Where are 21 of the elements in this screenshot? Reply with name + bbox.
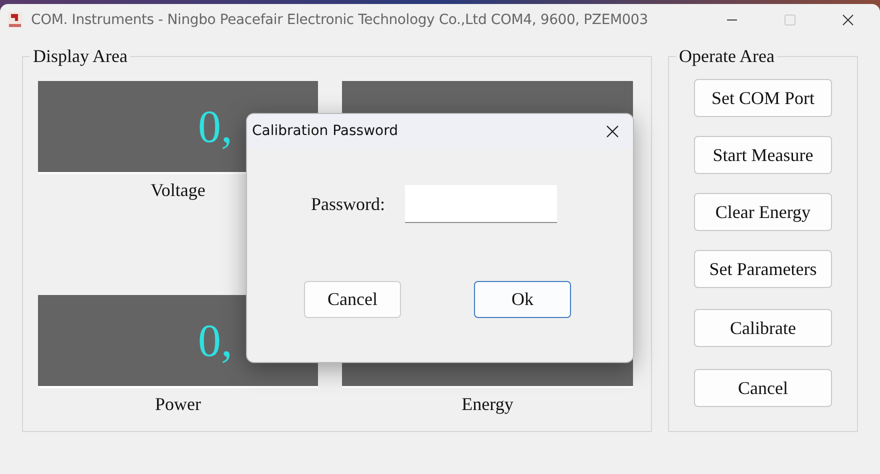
action-button[interactable]: Set Parameters [694,250,832,288]
action-button[interactable]: Start Measure [694,136,832,174]
action-button[interactable]: Calibrate [694,309,832,347]
dialog-button[interactable]: Ok [474,281,571,318]
meter-label: Power [155,394,201,415]
app-logo-icon [7,11,23,29]
window-title: COM. Instruments - Ningbo Peacefair Electronic Technology Co.,Ltd COM4, 9600, PZEM003 [31,12,648,28]
password-field[interactable] [405,185,558,223]
meter-label: Voltage [150,180,206,201]
close-icon[interactable] [606,124,619,138]
close-icon[interactable] [842,14,854,26]
meter-value: 0, [198,104,232,150]
meter-value: 0, [198,318,232,364]
dialog-button[interactable]: Cancel [304,281,401,318]
dialog-title: Calibration Password [252,123,398,139]
field-label: Password: [311,194,386,214]
action-button[interactable]: Cancel [694,369,832,407]
maximize-icon [784,14,796,26]
action-button[interactable]: Set COM Port [694,79,832,117]
meter-label: Energy [462,394,514,415]
action-button[interactable]: Clear Energy [694,193,832,231]
